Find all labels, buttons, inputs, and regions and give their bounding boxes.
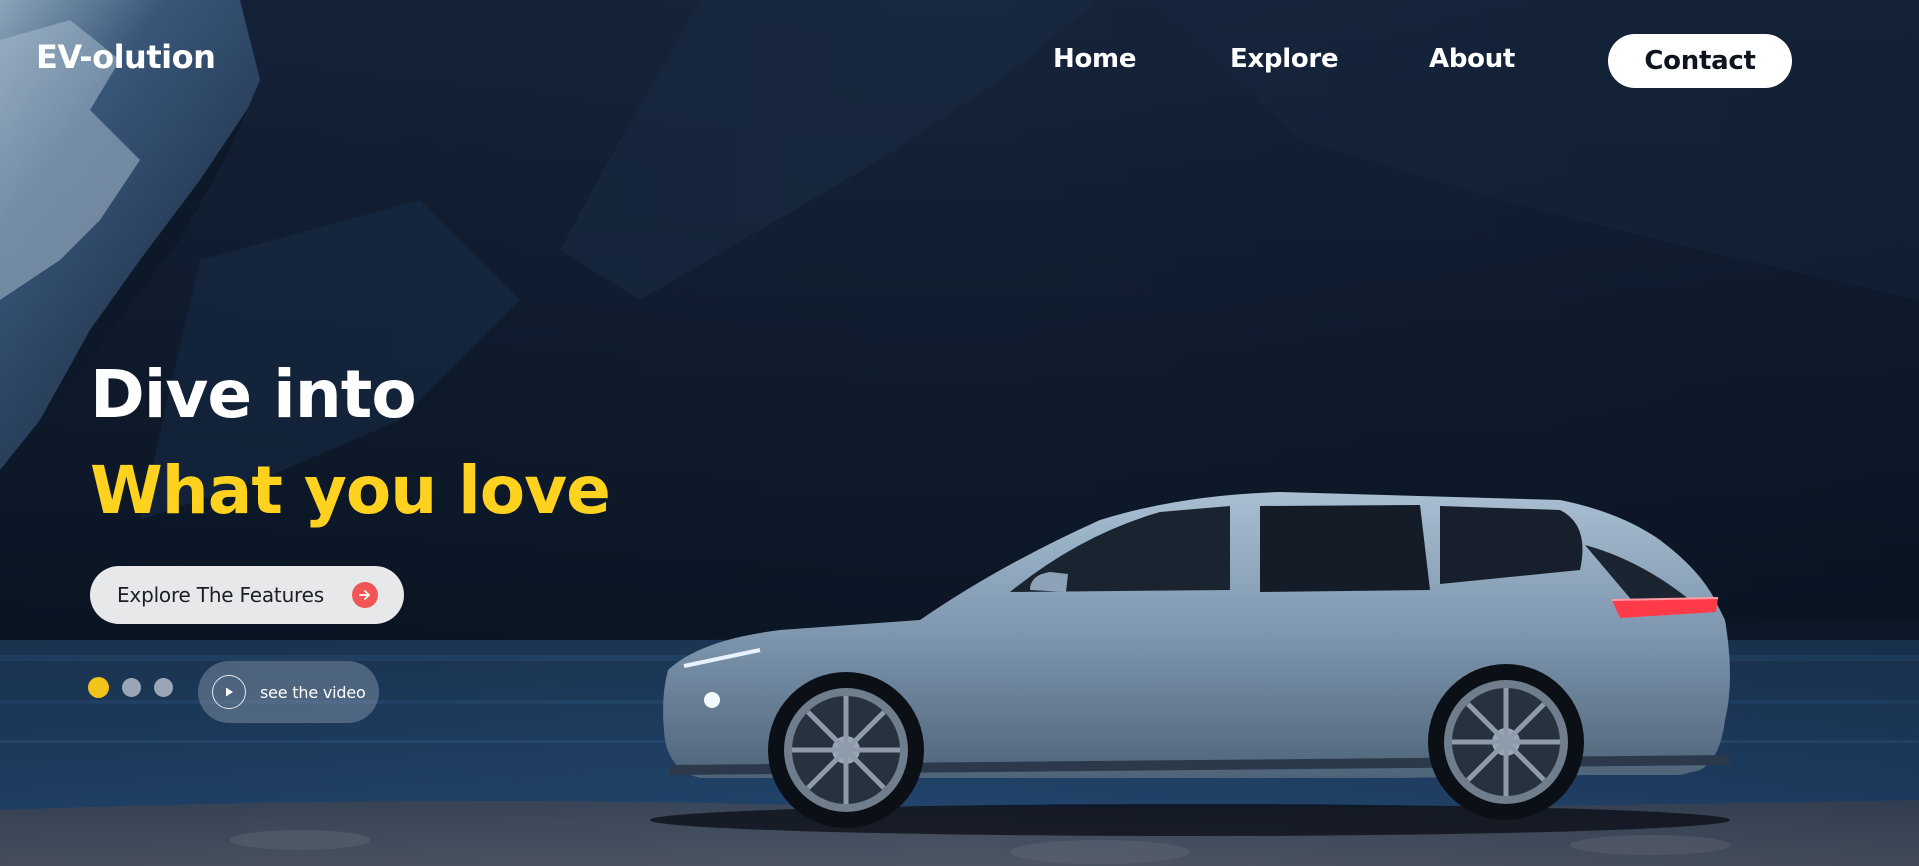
slide-dot-1[interactable] — [88, 677, 109, 698]
nav-link-about[interactable]: About — [1429, 44, 1515, 74]
hero-background-image — [0, 0, 1919, 866]
nav-link-explore[interactable]: Explore — [1230, 44, 1339, 74]
nav-link-home[interactable]: Home — [1053, 44, 1136, 74]
explore-features-label: Explore The Features — [117, 583, 324, 607]
see-video-button[interactable]: see the video — [198, 661, 379, 723]
slide-dot-2[interactable] — [122, 678, 141, 697]
explore-features-button[interactable]: Explore The Features — [90, 566, 404, 624]
arrow-right-icon — [352, 582, 378, 608]
contact-button[interactable]: Contact — [1608, 34, 1792, 88]
slide-indicator — [88, 677, 173, 698]
hero-section: EV-olution Home Explore About Contact Di… — [0, 0, 1919, 866]
slide-dot-3[interactable] — [154, 678, 173, 697]
site-logo[interactable]: EV-olution — [36, 38, 216, 76]
headline-line-2: What you love — [90, 452, 611, 529]
headline-line-1: Dive into — [90, 356, 417, 433]
see-video-label: see the video — [260, 682, 366, 702]
play-icon — [212, 675, 246, 709]
